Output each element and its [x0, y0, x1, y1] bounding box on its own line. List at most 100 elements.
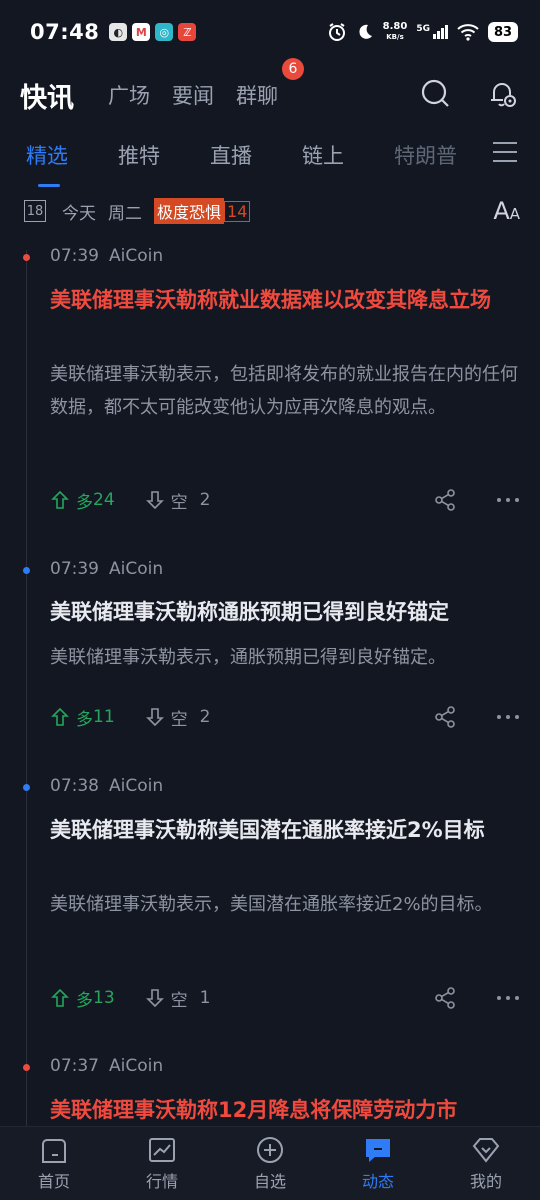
- bear-label: 空: [170, 709, 188, 730]
- header-actions: [420, 78, 518, 110]
- nav-feed[interactable]: 动态: [338, 1135, 418, 1192]
- bull-label: 多: [76, 990, 93, 1011]
- app-header: 快讯 广场 要闻 群聊 6: [0, 58, 540, 126]
- bull-vote-button[interactable]: 多 24: [50, 488, 115, 513]
- news-headline[interactable]: 美联储理事沃勒称就业数据难以改变其降息立场: [50, 284, 520, 317]
- wifi-icon: [457, 24, 479, 41]
- chart-icon: [149, 1138, 175, 1162]
- nav-watchlist[interactable]: 自选: [230, 1135, 310, 1192]
- bull-label: 多: [76, 492, 93, 513]
- nav-market[interactable]: 行情: [122, 1135, 202, 1192]
- alarm-icon: [328, 23, 345, 41]
- arrow-up-icon: [51, 490, 69, 509]
- gmail-icon: M: [132, 23, 151, 41]
- network-type: 5G: [416, 24, 430, 34]
- bear-vote-button[interactable]: 空1: [145, 986, 211, 1011]
- app-notification-icon: ℤ: [178, 23, 197, 41]
- news-meta: 07:38 AiCoin: [50, 776, 163, 796]
- tab-live[interactable]: 直播: [210, 140, 252, 170]
- message-icon: [366, 1139, 390, 1162]
- font-size-icon[interactable]: AA: [493, 197, 520, 225]
- nav-profile[interactable]: 我的: [446, 1135, 526, 1192]
- arrow-down-icon: [145, 989, 164, 1008]
- news-more-actions: [434, 987, 520, 1009]
- bear-vote-button[interactable]: 空2: [145, 705, 211, 730]
- tab-group-chat-label: 群聊: [236, 84, 278, 108]
- timeline-dot: [23, 254, 30, 261]
- status-app-icons: ◐ M ◎ ℤ: [109, 23, 197, 41]
- cell-signal-icon: 5G: [416, 25, 448, 39]
- more-icon[interactable]: [496, 995, 520, 1001]
- tab-group-chat[interactable]: 群聊 6: [236, 58, 304, 110]
- timeline-dot: [23, 567, 30, 574]
- share-icon[interactable]: [434, 706, 456, 728]
- net-speed: 8.80 KB/s: [383, 22, 408, 42]
- moon-icon: [359, 24, 372, 39]
- add-circle-icon: [257, 1137, 283, 1163]
- share-icon[interactable]: [434, 987, 456, 1009]
- bull-count: 13: [93, 988, 115, 1008]
- news-headline[interactable]: 美联储理事沃勒称通胀预期已得到良好锚定: [50, 596, 520, 629]
- date-row: 18 今天 周二 极度恐惧 14 AA: [24, 196, 520, 226]
- fear-greed-value[interactable]: 14: [224, 200, 251, 222]
- more-icon[interactable]: [496, 714, 520, 720]
- nav-watchlist-label: 自选: [253, 1172, 286, 1191]
- tab-trump[interactable]: 特朗普: [394, 140, 457, 170]
- tab-onchain[interactable]: 链上: [302, 140, 344, 170]
- news-actions: 多 11 空2: [50, 704, 520, 730]
- arrow-down-icon: [145, 708, 164, 727]
- unread-badge: 6: [282, 58, 304, 80]
- menu-icon[interactable]: [492, 140, 518, 164]
- news-headline[interactable]: 美联储理事沃勒称12月降息将保障劳动力市: [50, 1094, 520, 1127]
- timeline-dot: [23, 784, 30, 791]
- calendar-icon[interactable]: 18: [24, 200, 46, 222]
- bull-label: 多: [76, 709, 93, 730]
- category-tabs: 精选 推特 直播 链上 特朗普: [0, 126, 540, 187]
- page-title[interactable]: 快讯: [20, 76, 74, 115]
- news-source: AiCoin: [109, 1056, 164, 1076]
- nav-profile-label: 我的: [469, 1172, 502, 1191]
- tab-headlines[interactable]: 要闻: [172, 80, 214, 110]
- news-actions: 多 24 空2: [50, 487, 520, 513]
- arrow-down-icon: [145, 491, 164, 510]
- tab-featured[interactable]: 精选: [26, 140, 68, 187]
- notification-settings-icon[interactable]: [486, 78, 518, 110]
- bear-count: 2: [199, 707, 211, 727]
- bull-count: 24: [93, 490, 115, 510]
- news-summary: 美联储理事沃勒表示，包括即将发布的就业报告在内的任何数据，都不太可能改变他认为应…: [50, 364, 518, 418]
- news-source: AiCoin: [109, 559, 164, 579]
- nav-home-label: 首页: [37, 1172, 70, 1191]
- timeline-dot: [23, 1064, 30, 1071]
- share-icon[interactable]: [434, 489, 456, 511]
- bull-vote-button[interactable]: 多 11: [50, 705, 115, 730]
- news-headline[interactable]: 美联储理事沃勒称美国潜在通胀率接近2%目标: [50, 814, 520, 847]
- fear-greed-label[interactable]: 极度恐惧: [154, 198, 225, 224]
- bear-vote-button[interactable]: 空2: [145, 488, 210, 513]
- app-notification-icon: ◎: [155, 23, 174, 41]
- arrow-up-icon: [51, 988, 69, 1007]
- news-meta: 07:37 AiCoin: [50, 1056, 163, 1076]
- tab-square[interactable]: 广场: [108, 80, 150, 110]
- news-meta: 07:39 AiCoin: [50, 246, 163, 266]
- nav-market-label: 行情: [145, 1172, 178, 1191]
- bear-label: 空: [170, 990, 188, 1011]
- news-more-actions: [434, 489, 520, 511]
- news-meta: 07:39 AiCoin: [50, 559, 163, 579]
- timeline-line: [26, 250, 27, 1130]
- bull-vote-button[interactable]: 多 13: [50, 986, 115, 1011]
- search-icon[interactable]: [420, 78, 452, 110]
- news-source: AiCoin: [109, 776, 164, 796]
- status-time: 07:48: [30, 20, 100, 44]
- font-size-letter-small: A: [509, 205, 520, 223]
- bear-count: 1: [199, 988, 211, 1008]
- nav-home[interactable]: 首页: [14, 1135, 94, 1192]
- more-icon[interactable]: [496, 497, 520, 503]
- diamond-icon: [472, 1138, 500, 1163]
- tab-twitter[interactable]: 推特: [118, 140, 160, 170]
- news-time: 07:39: [50, 246, 99, 266]
- news-actions: 多 13 空1: [50, 985, 520, 1011]
- today-label: 今天: [62, 203, 96, 224]
- weekday-label: 周二: [108, 203, 142, 224]
- net-speed-value: 8.80: [382, 21, 408, 32]
- home-icon: [42, 1139, 66, 1163]
